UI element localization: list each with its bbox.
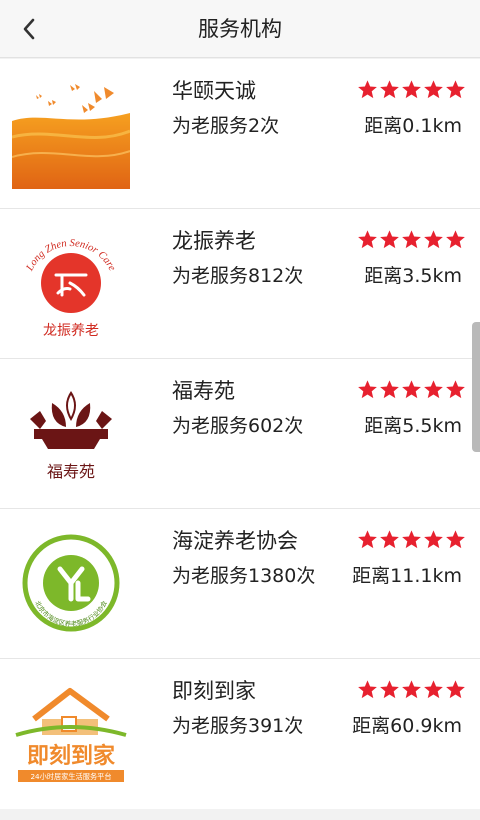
star-icon [358, 80, 377, 99]
org-logo [12, 84, 130, 189]
page-title: 服务机构 [198, 17, 282, 41]
star-icon [446, 380, 465, 399]
org-name: 龙振养老 [172, 229, 256, 253]
star-icon [402, 680, 421, 699]
service-count: 为老服务2次 [172, 115, 280, 137]
star-icon [402, 80, 421, 99]
star-icon [380, 230, 399, 249]
rating-stars [356, 229, 466, 250]
org-logo: 北京市海淀区养老服务行业协会 [22, 534, 120, 632]
star-icon [424, 680, 443, 699]
star-icon [380, 680, 399, 699]
scroll-handle[interactable] [472, 322, 480, 452]
org-name: 福寿苑 [172, 379, 235, 403]
bottom-divider [0, 809, 480, 820]
org-name: 海淀养老协会 [172, 529, 298, 553]
distance: 距离3.5km [364, 265, 462, 287]
star-icon [358, 380, 377, 399]
org-logo: 福寿苑 [30, 391, 112, 481]
header: 服务机构 [0, 0, 480, 58]
service-count: 为老服务391次 [172, 715, 304, 737]
service-count: 为老服务812次 [172, 265, 304, 287]
service-count: 为老服务1380次 [172, 565, 316, 587]
list-item[interactable]: 北京市海淀区养老服务行业协会 海淀养老协会 为老服务1380次 距离11.1km [0, 509, 480, 659]
org-name: 华颐天诚 [172, 79, 256, 103]
service-count: 为老服务602次 [172, 415, 304, 437]
star-icon [380, 380, 399, 399]
star-icon [424, 380, 443, 399]
star-icon [358, 680, 377, 699]
star-icon [424, 530, 443, 549]
star-icon [446, 80, 465, 99]
list-item[interactable]: 华颐天诚 为老服务2次 距离0.1km [0, 59, 480, 209]
rating-stars [356, 79, 466, 100]
distance: 距离0.1km [364, 115, 462, 137]
list-item[interactable]: 即刻到家 24小时居家生活服务平台 即刻到家 为老服务391次 距离60.9km [0, 659, 480, 809]
star-icon [358, 530, 377, 549]
star-icon [424, 230, 443, 249]
rating-stars [356, 379, 466, 400]
logo-caption: 福寿苑 [47, 462, 95, 481]
star-icon [402, 230, 421, 249]
org-logo: 即刻到家 24小时居家生活服务平台 [15, 688, 127, 782]
organization-list: 华颐天诚 为老服务2次 距离0.1km Long Zhen Senior Car… [0, 59, 480, 809]
star-icon [358, 230, 377, 249]
list-item[interactable]: Long Zhen Senior Care 龙振养老 龙振养老 为老服务812次… [0, 209, 480, 359]
logo-text: 24小时居家生活服务平台 [30, 772, 111, 781]
star-icon [402, 530, 421, 549]
star-icon [380, 80, 399, 99]
star-icon [446, 230, 465, 249]
logo-caption: 即刻到家 [27, 743, 116, 769]
logo-caption: 龙振养老 [43, 323, 99, 339]
distance: 距离11.1km [352, 565, 462, 587]
rating-stars [356, 679, 466, 700]
star-icon [446, 530, 465, 549]
list-item[interactable]: 福寿苑 福寿苑 为老服务602次 距离5.5km [0, 359, 480, 509]
distance: 距离60.9km [352, 715, 462, 737]
star-icon [380, 530, 399, 549]
star-icon [446, 680, 465, 699]
star-icon [424, 80, 443, 99]
org-logo: Long Zhen Senior Care 龙振养老 [24, 238, 117, 339]
distance: 距离5.5km [364, 415, 462, 437]
rating-stars [356, 529, 466, 550]
org-name: 即刻到家 [172, 679, 256, 703]
star-icon [402, 380, 421, 399]
